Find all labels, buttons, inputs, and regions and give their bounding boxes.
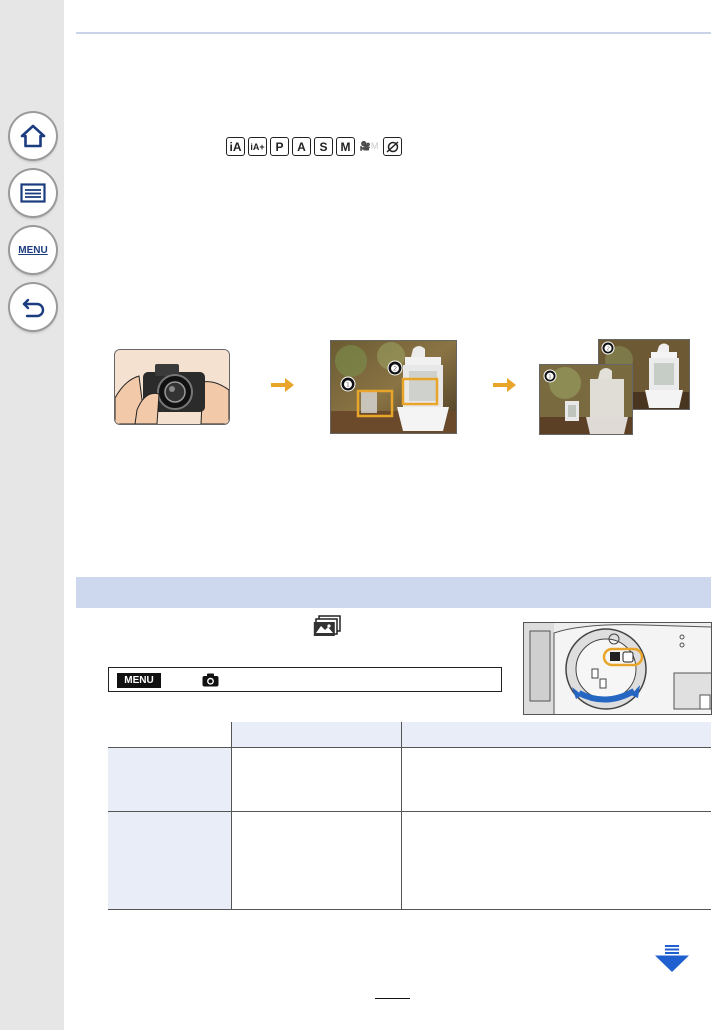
table-header-col-2	[401, 722, 711, 748]
home-button[interactable]	[10, 113, 56, 159]
drive-dial-illustration	[523, 622, 712, 715]
table-corner-cell	[108, 722, 232, 748]
step-arrow-2	[493, 378, 516, 392]
page-number-underline	[375, 998, 410, 999]
mode-icon-ia: iA	[226, 137, 245, 156]
result-photo-2-label: ❷	[604, 344, 612, 354]
table-cell	[231, 747, 402, 812]
settings-table	[108, 722, 711, 910]
result-photo-1-label: ❶	[546, 372, 554, 382]
table-header-col-1	[231, 722, 402, 748]
back-button[interactable]	[10, 284, 56, 330]
applicable-modes: iA iA+ P A S M 🎥M	[226, 137, 402, 156]
mode-icon-m: M	[336, 137, 355, 156]
camera-illustration	[115, 350, 229, 424]
navigation-sidebar: MENU	[0, 0, 64, 1030]
mode-icon-creative-control	[383, 137, 402, 156]
table-cell	[401, 811, 711, 910]
mode-icon-s: S	[314, 137, 333, 156]
table-row	[108, 747, 711, 812]
focus-point-1-label: ❶	[344, 380, 353, 391]
menu-path-bar: MENU	[108, 667, 502, 692]
list-icon	[20, 183, 46, 203]
mode-icon-movie-m: 🎥M	[359, 141, 379, 151]
table-cell	[231, 811, 402, 910]
result-photo-1: ❶	[539, 364, 633, 435]
drive-dial-image	[524, 623, 711, 714]
home-icon	[20, 124, 46, 148]
table-row-header	[108, 747, 232, 812]
step-arrow-1	[271, 378, 294, 392]
next-page-arrow-icon[interactable]	[655, 945, 689, 973]
table-row	[108, 811, 711, 910]
return-icon	[22, 298, 45, 318]
focus-points-illustration: ❶ ❷	[330, 340, 457, 434]
camera-hold-illustration	[114, 349, 230, 425]
result-photo-1-image: ❶	[540, 365, 632, 434]
mode-icon-p: P	[270, 137, 289, 156]
table-cell	[401, 747, 711, 812]
focus-point-2-label: ❷	[391, 364, 400, 375]
menu-badge: MENU	[117, 673, 161, 688]
creative-control-icon	[385, 140, 399, 153]
header-rule	[76, 32, 711, 34]
section-heading-band	[76, 577, 711, 608]
menu-button-label: MENU	[18, 244, 48, 256]
contents-button[interactable]	[10, 170, 56, 216]
mode-icon-ia-plus: iA+	[248, 137, 267, 156]
lantern-photo: ❶ ❷	[331, 341, 456, 433]
post-focus-mode-icon	[313, 615, 341, 636]
menu-button[interactable]: MENU	[10, 227, 56, 273]
camera-icon	[202, 673, 219, 687]
table-row-header	[108, 811, 232, 910]
mode-icon-a: A	[292, 137, 311, 156]
